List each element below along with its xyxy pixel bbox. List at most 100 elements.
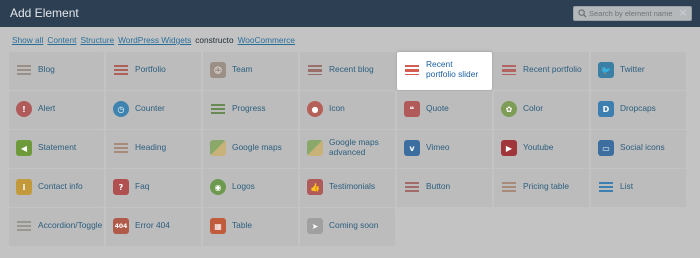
search-icon xyxy=(578,9,587,18)
list-icon xyxy=(598,179,614,195)
heading-icon xyxy=(113,140,129,156)
element-label: Blog xyxy=(38,64,55,74)
element-portfolio[interactable]: Portfolio xyxy=(106,52,201,90)
search-input[interactable] xyxy=(589,7,689,20)
element-grid: Blog Portfolio ☺ Team Recent blog Recent port… xyxy=(9,52,691,246)
button-icon xyxy=(404,179,420,195)
search-box[interactable] xyxy=(573,6,692,21)
category-tabs: Show all Content Structure WordPress Widget… xyxy=(12,35,299,45)
element-label: Google maps advanced xyxy=(329,137,379,157)
element-label: Alert xyxy=(38,103,56,113)
faq-icon: ? xyxy=(113,179,129,195)
element-label: Google maps xyxy=(232,142,282,152)
tab-woocommerce[interactable]: WooCommerce xyxy=(238,35,295,45)
tab-content[interactable]: Content xyxy=(47,35,76,45)
element-label: Heading xyxy=(135,142,167,152)
element-label: Recent portfolio slider xyxy=(426,59,479,79)
tab-wordpress-widgets[interactable]: WordPress Widgets xyxy=(118,35,191,45)
element-team[interactable]: ☺ Team xyxy=(203,52,298,90)
element-counter[interactable]: ◷ Counter xyxy=(106,91,201,129)
dialog-header: Add Element × xyxy=(0,0,700,27)
social-icons-icon: ▭ xyxy=(598,140,614,156)
twitter-icon: 🐦 xyxy=(598,62,614,78)
element-label: Recent blog xyxy=(329,64,374,74)
quote-icon: ❝ xyxy=(404,101,420,117)
element-color[interactable]: ✿ Color xyxy=(494,91,589,129)
pricing-table-icon xyxy=(501,179,517,195)
element-label: Twitter xyxy=(620,64,645,74)
element-list[interactable]: List xyxy=(591,169,686,207)
element-twitter[interactable]: 🐦 Twitter xyxy=(591,52,686,90)
element-pricing-table[interactable]: Pricing table xyxy=(494,169,589,207)
recent-portfolio-icon xyxy=(501,62,517,78)
element-testimonials[interactable]: 👍 Testimonials xyxy=(300,169,395,207)
element-statement[interactable]: ◀ Statement xyxy=(9,130,104,168)
element-coming-soon[interactable]: ➤ Coming soon xyxy=(300,208,395,246)
element-google-maps[interactable]: Google maps xyxy=(203,130,298,168)
element-button[interactable]: Button xyxy=(397,169,492,207)
dialog-title: Add Element xyxy=(10,6,79,20)
alert-icon: ! xyxy=(16,101,32,117)
google-maps-advanced-icon xyxy=(307,140,323,156)
element-recent-portfolio[interactable]: Recent portfolio xyxy=(494,52,589,90)
element-label: Accordion/Toggle xyxy=(38,220,103,230)
team-icon: ☺ xyxy=(210,62,226,78)
element-label: Faq xyxy=(135,181,150,191)
element-table[interactable]: ▦ Table xyxy=(203,208,298,246)
element-label: Table xyxy=(232,220,253,230)
recent-blog-icon xyxy=(307,62,323,78)
element-label: Error 404 xyxy=(135,220,170,230)
accordion-toggle-icon xyxy=(16,218,32,234)
element-label: Vimeo xyxy=(426,142,450,152)
element-label: Contact info xyxy=(38,181,83,191)
element-label: Statement xyxy=(38,142,77,152)
tab-structure[interactable]: Structure xyxy=(80,35,114,45)
element-recent-portfolio-slider[interactable]: Recent portfolio slider xyxy=(397,52,492,90)
element-heading[interactable]: Heading xyxy=(106,130,201,168)
tab-show-all[interactable]: Show all xyxy=(12,35,43,45)
element-label: Icon xyxy=(329,103,345,113)
element-label: Counter xyxy=(135,103,165,113)
counter-icon: ◷ xyxy=(113,101,129,117)
element-recent-blog[interactable]: Recent blog xyxy=(300,52,395,90)
tab-constructo[interactable]: constructo xyxy=(195,35,233,45)
google-maps-icon xyxy=(210,140,226,156)
element-youtube[interactable]: ▶ Youtube xyxy=(494,130,589,168)
testimonials-icon: 👍 xyxy=(307,179,323,195)
element-contact-info[interactable]: i Contact info xyxy=(9,169,104,207)
close-icon[interactable]: × xyxy=(677,7,689,19)
youtube-icon: ▶ xyxy=(501,140,517,156)
element-quote[interactable]: ❝ Quote xyxy=(397,91,492,129)
element-icon[interactable]: ● Icon xyxy=(300,91,395,129)
table-icon: ▦ xyxy=(210,218,226,234)
element-accordion-toggle[interactable]: Accordion/Toggle xyxy=(9,208,104,246)
element-label: List xyxy=(620,181,634,191)
element-label: Dropcaps xyxy=(620,103,656,113)
logos-icon: ◉ xyxy=(210,179,226,195)
element-logos[interactable]: ◉ Logos xyxy=(203,169,298,207)
element-label: Team xyxy=(232,64,253,74)
element-label: Progress xyxy=(232,103,266,113)
vimeo-icon: v xyxy=(404,140,420,156)
coming-soon-icon: ➤ xyxy=(307,218,323,234)
element-label: Color xyxy=(523,103,544,113)
portfolio-icon xyxy=(113,62,129,78)
element-blog[interactable]: Blog xyxy=(9,52,104,90)
element-dropcaps[interactable]: D Dropcaps xyxy=(591,91,686,129)
element-faq[interactable]: ? Faq xyxy=(106,169,201,207)
element-label: Quote xyxy=(426,103,449,113)
element-progress[interactable]: Progress xyxy=(203,91,298,129)
dropcaps-icon: D xyxy=(598,101,614,117)
element-google-maps-advanced[interactable]: Google maps advanced xyxy=(300,130,395,168)
icon-icon: ● xyxy=(307,101,323,117)
error-404-icon: 404 xyxy=(113,218,129,234)
element-label: Button xyxy=(426,181,451,191)
element-social-icons[interactable]: ▭ Social icons xyxy=(591,130,686,168)
element-label: Testimonials xyxy=(329,181,376,191)
element-vimeo[interactable]: v Vimeo xyxy=(397,130,492,168)
element-label: Coming soon xyxy=(329,220,379,230)
element-label: Pricing table xyxy=(523,181,570,191)
element-error-404[interactable]: 404 Error 404 xyxy=(106,208,201,246)
element-alert[interactable]: ! Alert xyxy=(9,91,104,129)
progress-icon xyxy=(210,101,226,117)
